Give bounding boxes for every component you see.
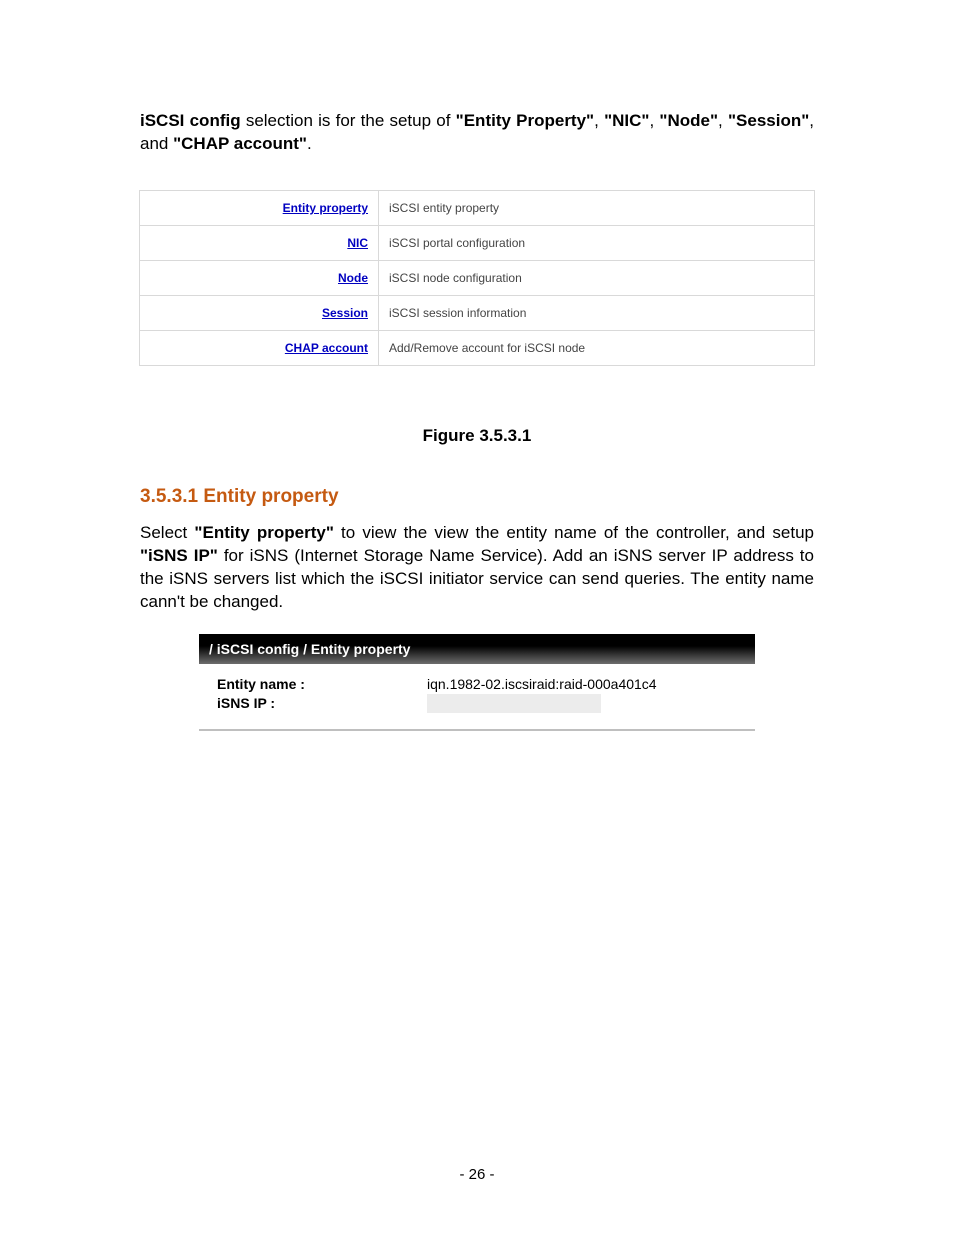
section-sub-title: 3.5.3.1 Entity property — [140, 486, 854, 508]
desc-node: iSCSI node configuration — [379, 260, 815, 295]
desc-session: iSCSI session information — [379, 295, 815, 330]
isns-ip-label: iSNS IP : — [217, 695, 427, 711]
page-number: - 26 - — [0, 1166, 954, 1183]
link-entity-property[interactable]: Entity property — [283, 201, 368, 215]
desc-entity-property: iSCSI entity property — [379, 190, 815, 225]
link-chap-account[interactable]: CHAP account — [285, 341, 368, 355]
entity-property-panel: / iSCSI config / Entity property Entity … — [199, 634, 755, 731]
link-node[interactable]: Node — [338, 271, 368, 285]
intro-paragraph: iSCSI config selection is for the setup … — [140, 110, 814, 156]
intro-b5: "CHAP account" — [173, 134, 307, 153]
desc-chap-account: Add/Remove account for iSCSI node — [379, 330, 815, 365]
table-row: Node iSCSI node configuration — [140, 260, 815, 295]
intro-period: . — [307, 134, 312, 153]
panel-row-entity: Entity name : iqn.1982-02.iscsiraid:raid… — [217, 676, 737, 692]
intro-sep1: , — [594, 111, 604, 130]
entity-name-value: iqn.1982-02.iscsiraid:raid-000a401c4 — [427, 676, 737, 692]
body-t2: to view the view the entity name of the … — [334, 523, 814, 542]
intro-b1: "Entity Property" — [456, 111, 594, 130]
panel-breadcrumb: / iSCSI config / Entity property — [199, 634, 755, 664]
intro-bold: iSCSI config — [140, 111, 241, 130]
desc-nic: iSCSI portal configuration — [379, 225, 815, 260]
intro-t1: selection is for the setup of — [241, 111, 456, 130]
body-q2: "iSNS IP" — [140, 546, 218, 565]
panel-row-isns: iSNS IP : — [217, 694, 737, 713]
isns-ip-input[interactable] — [427, 694, 601, 713]
body-paragraph: Select "Entity property" to view the vie… — [140, 522, 814, 614]
link-session[interactable]: Session — [322, 306, 368, 320]
table-row: CHAP account Add/Remove account for iSCS… — [140, 330, 815, 365]
intro-b2: "NIC" — [604, 111, 649, 130]
intro-sep2: , — [649, 111, 659, 130]
link-nic[interactable]: NIC — [347, 236, 368, 250]
body-t3: for iSNS (Internet Storage Name Service)… — [140, 546, 814, 611]
intro-b3: "Node" — [659, 111, 718, 130]
body-q1: "Entity property" — [194, 523, 333, 542]
table-row: Session iSCSI session information — [140, 295, 815, 330]
entity-name-label: Entity name : — [217, 676, 427, 692]
body-t1: Select — [140, 523, 194, 542]
iscsi-config-table: Entity property iSCSI entity property NI… — [139, 190, 815, 366]
intro-b4: "Session" — [728, 111, 809, 130]
table-row: NIC iSCSI portal configuration — [140, 225, 815, 260]
table-row: Entity property iSCSI entity property — [140, 190, 815, 225]
figure-caption: Figure 3.5.3.1 — [100, 426, 854, 446]
intro-sep3: , — [718, 111, 728, 130]
